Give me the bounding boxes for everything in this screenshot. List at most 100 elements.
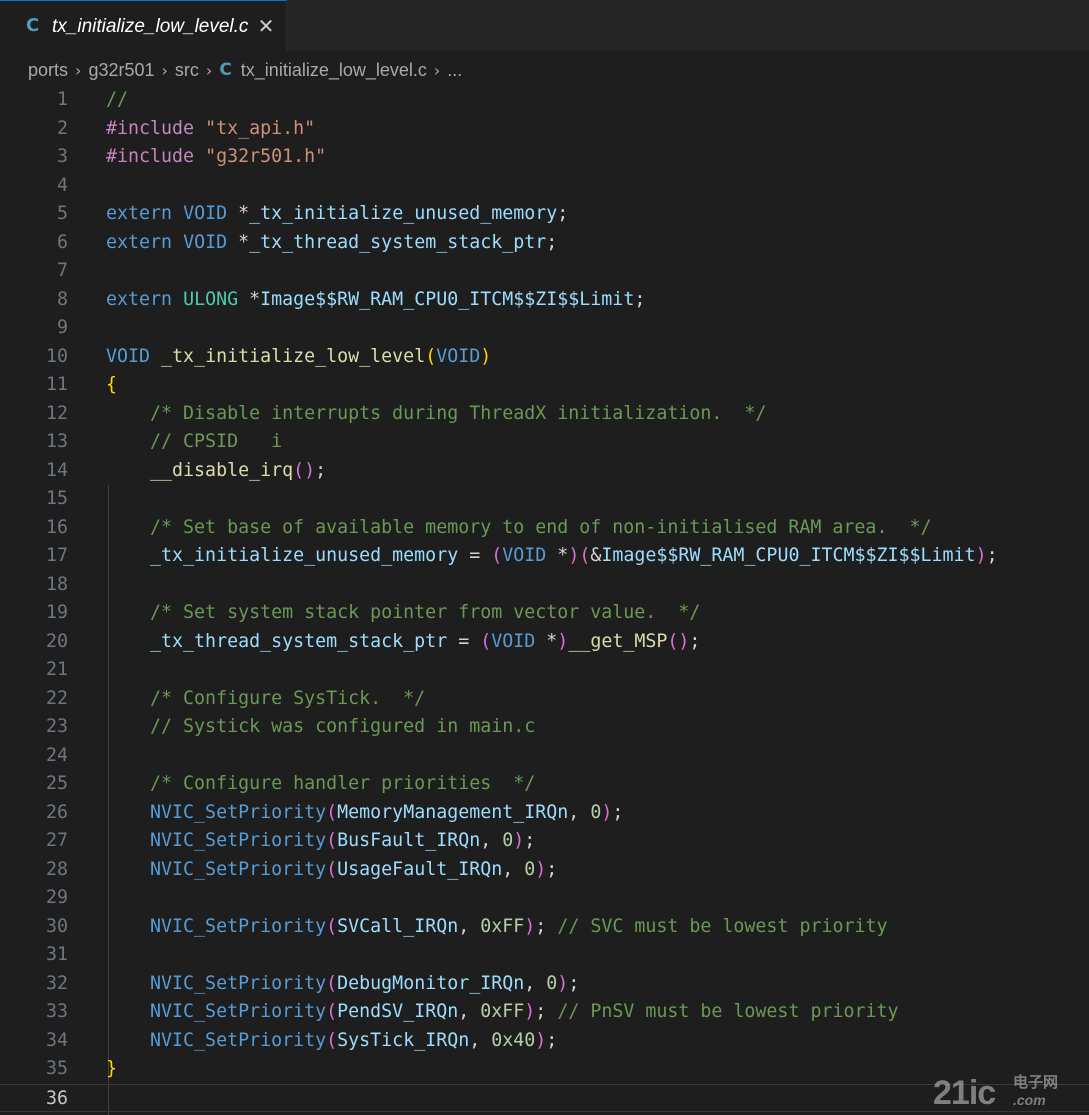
line-number: 18 <box>45 573 68 595</box>
code-line[interactable]: 19 /* Set system stack pointer from vect… <box>0 599 1089 627</box>
code-text: #include "g32r501.h" <box>106 143 326 171</box>
code-line[interactable]: 5 extern VOID *_tx_initialize_unused_memo… <box>0 200 1089 228</box>
code-token: { <box>106 374 118 395</box>
code-line[interactable]: 28 NVIC_SetPriority(UsageFault_IRQn, 0); <box>0 856 1089 884</box>
code-line[interactable]: 11 { <box>0 371 1089 399</box>
line-number: 4 <box>56 174 68 196</box>
line-number: 36 <box>45 1087 68 1109</box>
line-number: 2 <box>56 117 68 139</box>
code-token: NVIC_SetPriority <box>150 972 327 994</box>
code-line[interactable]: 33 NVIC_SetPriority(PendSV_IRQn, 0xFF); … <box>0 998 1089 1026</box>
line-number: 30 <box>45 915 68 937</box>
code-line[interactable]: 14 __disable_irq(); <box>0 457 1089 485</box>
editor-tab-active[interactable]: C tx_initialize_low_level.c ✕ <box>0 0 287 51</box>
line-number: 29 <box>45 887 68 908</box>
code-line[interactable]: 1 // <box>0 86 1089 114</box>
code-token: /* Disable interrupts during ThreadX ini… <box>150 402 767 424</box>
watermark-main: 21ic <box>933 1074 996 1112</box>
code-line[interactable]: 29 <box>0 884 1089 912</box>
code-token: // SVC must be lowest priority <box>557 915 888 937</box>
code-line[interactable]: 21 <box>0 656 1089 684</box>
chevron-right-icon: › <box>161 60 168 80</box>
code-token: ; <box>524 830 536 851</box>
code-line[interactable]: 12 /* Disable interrupts during ThreadX … <box>0 400 1089 428</box>
code-line[interactable]: 31 <box>0 941 1089 969</box>
code-token: // <box>106 89 129 110</box>
line-number: 22 <box>45 687 68 709</box>
code-token: ) <box>601 801 613 823</box>
code-token: ; <box>546 1029 558 1051</box>
code-line[interactable]: 2 #include "tx_api.h" <box>0 115 1089 143</box>
breadcrumb-item-g32r501[interactable]: g32r501 <box>88 60 154 81</box>
code-line[interactable]: 35} <box>0 1055 1089 1083</box>
code-token: * <box>227 203 250 224</box>
code-token: 0 <box>524 858 536 880</box>
code-token: VOID <box>491 630 536 652</box>
code-line[interactable]: 17 _tx_initialize_unused_memory = (VOID … <box>0 542 1089 570</box>
code-line[interactable]: 18 <box>0 571 1089 599</box>
code-line[interactable]: 36 <box>0 1083 1089 1112</box>
breadcrumb-item-src[interactable]: src <box>175 60 199 81</box>
code-line[interactable]: 34 NVIC_SetPriority(SysTick_IRQn, 0x40); <box>0 1027 1089 1055</box>
code-text: __disable_irq(); <box>106 457 326 485</box>
code-text: #include "tx_api.h" <box>106 115 315 143</box>
close-icon[interactable]: ✕ <box>255 13 277 39</box>
code-line[interactable]: 16 /* Set base of available memory to en… <box>0 514 1089 542</box>
watermark-top: 电子网 <box>1013 1073 1059 1091</box>
code-line[interactable]: 30 NVIC_SetPriority(SVCall_IRQn, 0xFF); … <box>0 913 1089 941</box>
code-line[interactable]: 23 // Systick was configured in main.c <box>0 713 1089 741</box>
code-line[interactable]: 22 /* Configure SysTick. */ <box>0 685 1089 713</box>
code-line[interactable]: 24 <box>0 742 1089 770</box>
code-line[interactable]: 8 extern ULONG *Image$$RW_RAM_CPU0_ITCM$$… <box>0 286 1089 314</box>
code-token: /* Configure handler priorities */ <box>150 773 536 794</box>
code-line[interactable]: 27 NVIC_SetPriority(BusFault_IRQn, 0); <box>0 827 1089 855</box>
code-editor[interactable]: 1 // 2 #include "tx_api.h" 3 #include "g32r50… <box>0 86 1089 1115</box>
code-line[interactable]: 15 <box>0 485 1089 513</box>
code-token: ) <box>535 858 547 880</box>
code-token: & <box>590 545 602 566</box>
line-number: 7 <box>56 260 68 281</box>
code-text: extern VOID *_tx_thread_system_stack_ptr… <box>106 229 557 257</box>
code-token: ; <box>568 972 580 994</box>
breadcrumb: ports › g32r501 › src › C tx_initialize_… <box>28 56 462 84</box>
code-line[interactable]: 6 extern VOID *_tx_thread_system_stack_pt… <box>0 229 1089 257</box>
line-number: 33 <box>45 1001 68 1022</box>
code-line[interactable]: 13 // CPSID i <box>0 428 1089 456</box>
breadcrumb-item-ports[interactable]: ports <box>28 60 68 81</box>
line-number: 9 <box>56 317 68 338</box>
code-line[interactable]: 26 NVIC_SetPriority(MemoryManagement_IRQ… <box>0 799 1089 827</box>
code-line[interactable]: 3 #include "g32r501.h" <box>0 143 1089 171</box>
line-number: 23 <box>45 716 68 737</box>
code-line[interactable]: 7 <box>0 257 1089 285</box>
code-token: = <box>447 630 481 652</box>
code-line[interactable]: 9 <box>0 314 1089 342</box>
code-text: extern ULONG *Image$$RW_RAM_CPU0_ITCM$$Z… <box>106 286 645 314</box>
code-token: , <box>469 1029 492 1051</box>
code-text: } <box>106 1055 117 1083</box>
code-line[interactable]: 20 _tx_thread_system_stack_ptr = (VOID *… <box>0 628 1089 656</box>
c-file-icon: C <box>219 60 232 80</box>
code-token: ) <box>480 345 492 367</box>
code-token: 0xFF <box>480 915 525 937</box>
line-number: 24 <box>45 744 68 766</box>
breadcrumb-item-symbols[interactable]: ... <box>447 60 462 81</box>
code-token: 0 <box>546 972 558 994</box>
code-line[interactable]: 10 VOID _tx_initialize_low_level(VOID) <box>0 343 1089 371</box>
code-line[interactable]: 4 <box>0 172 1089 200</box>
code-text: // CPSID i <box>106 428 282 456</box>
code-token: , <box>458 1001 481 1022</box>
code-line[interactable]: 32 NVIC_SetPriority(DebugMonitor_IRQn, 0… <box>0 970 1089 998</box>
code-token: _tx_thread_system_stack_ptr <box>150 630 448 652</box>
line-number: 14 <box>45 459 68 481</box>
line-number: 15 <box>45 488 68 509</box>
code-text: // Systick was configured in main.c <box>106 713 535 741</box>
code-line[interactable]: 25 /* Configure handler priorities */ <box>0 770 1089 798</box>
code-text: NVIC_SetPriority(SysTick_IRQn, 0x40); <box>106 1027 557 1055</box>
line-number: 19 <box>45 602 68 623</box>
breadcrumb-item-file[interactable]: tx_initialize_low_level.c <box>241 60 427 81</box>
